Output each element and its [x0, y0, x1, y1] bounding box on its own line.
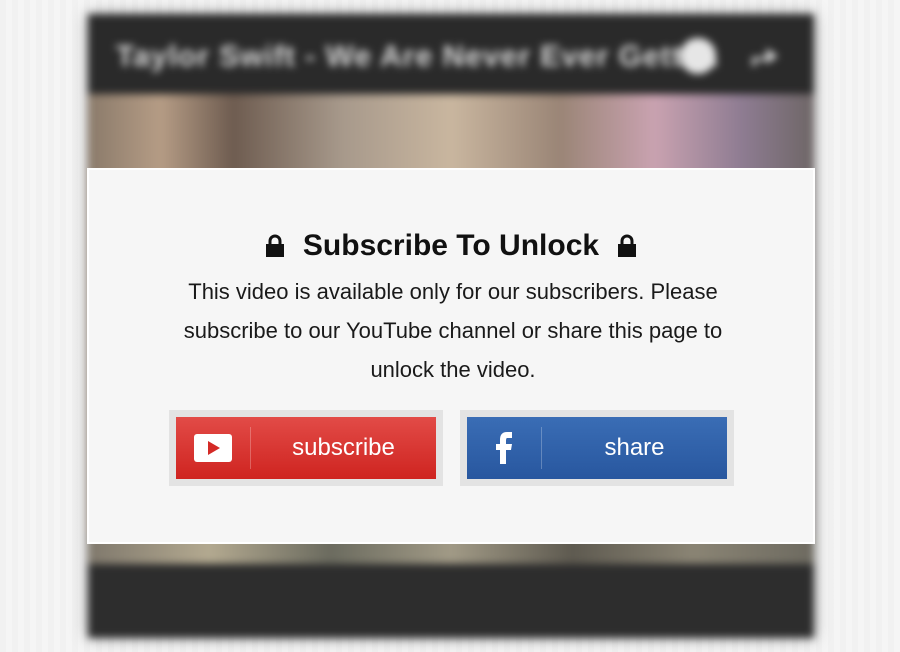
subscribe-to-unlock-dialog: Subscribe To Unlock This video is availa…: [87, 168, 815, 544]
channel-avatar[interactable]: [680, 38, 716, 74]
lock-icon: [617, 234, 637, 258]
share-arrow-icon[interactable]: [752, 48, 778, 66]
subscribe-button-frame: subscribe: [169, 410, 443, 486]
share-button-label: share: [604, 434, 665, 461]
player-bottom-bar: [88, 564, 814, 638]
subscribe-button[interactable]: subscribe: [176, 417, 436, 479]
share-button-frame: share: [460, 410, 734, 486]
player-top-bar: Taylor Swift - We Are Never Ever Getti..…: [88, 14, 814, 94]
video-title: Taylor Swift - We Are Never Ever Getti..…: [116, 40, 720, 73]
facebook-icon: [467, 417, 541, 479]
lock-icon: [265, 234, 285, 258]
subscribe-button-label: subscribe: [292, 434, 395, 461]
dialog-message: This video is available only for our sub…: [183, 279, 723, 382]
facebook-share-button[interactable]: share: [467, 417, 727, 479]
dialog-title: Subscribe To Unlock: [302, 229, 600, 262]
dialog-heading: Subscribe To Unlock: [89, 228, 813, 264]
youtube-icon: [176, 417, 250, 479]
